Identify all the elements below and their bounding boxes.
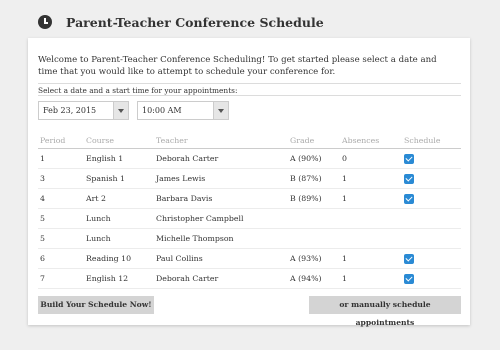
teacher-cell: James Lewis (156, 168, 290, 189)
schedule-checkbox[interactable] (404, 173, 414, 184)
page-title: Parent-Teacher Conference Schedule (66, 14, 324, 30)
chevron-down-icon[interactable] (213, 102, 228, 119)
divider (38, 83, 461, 84)
grade-cell: A (94%) (290, 268, 342, 289)
teacher-cell: Paul Collins (156, 248, 290, 269)
scheduler-card: Welcome to Parent-Teacher Conference Sch… (28, 38, 470, 327)
course-cell: Reading 10 (86, 248, 156, 269)
grade-cell: A (90%) (290, 148, 342, 169)
table-row: 5 Lunch Christopher Campbell (38, 208, 461, 229)
course-cell: Lunch (86, 208, 156, 229)
time-select[interactable]: 10:00 AM (137, 101, 229, 120)
teacher-cell: Deborah Carter (156, 268, 290, 289)
schedule-checkbox[interactable] (404, 273, 414, 284)
teacher-cell: Christopher Campbell (156, 208, 290, 229)
absences-cell: 1 (342, 168, 404, 189)
date-select[interactable]: Feb 23, 2015 (38, 101, 129, 120)
column-header-teacher: Teacher (156, 132, 290, 149)
grade-cell (290, 228, 342, 249)
teacher-cell: Barbara Davis (156, 188, 290, 209)
page-header: Parent-Teacher Conference Schedule (38, 10, 324, 34)
period-cell: 6 (38, 248, 86, 269)
schedule-checkbox[interactable] (404, 253, 414, 264)
manual-schedule-button[interactable]: or manually schedule appointments (309, 296, 461, 327)
welcome-text: Welcome to Parent-Teacher Conference Sch… (38, 55, 437, 77)
column-header-grade: Grade (290, 132, 342, 149)
grade-cell: B (89%) (290, 188, 342, 209)
table-row: 3 Spanish 1 James Lewis B (87%) 1 (38, 168, 461, 189)
schedule-cell (404, 188, 461, 209)
schedule-cell (404, 208, 461, 229)
schedule-cell (404, 268, 461, 289)
period-cell: 7 (38, 268, 86, 289)
grade-cell (290, 208, 342, 229)
column-header-period: Period (38, 132, 86, 149)
absences-cell: 1 (342, 188, 404, 209)
build-schedule-button[interactable]: Build Your Schedule Now! (38, 296, 154, 314)
absences-cell (342, 228, 404, 249)
course-cell: Lunch (86, 228, 156, 249)
column-header-absences: Absences (342, 132, 404, 149)
divider (38, 95, 461, 96)
teacher-cell: Michelle Thompson (156, 228, 290, 249)
table-header-row: Period Course Teacher Grade Absences Sch… (38, 132, 461, 149)
absences-cell: 1 (342, 248, 404, 269)
schedule-cell (404, 148, 461, 169)
table-row: 7 English 12 Deborah Carter A (94%) 1 (38, 268, 461, 289)
schedule-checkbox[interactable] (404, 193, 414, 204)
schedule-table: Period Course Teacher Grade Absences Sch… (38, 132, 461, 289)
time-select-value: 10:00 AM (142, 106, 182, 115)
course-cell: English 12 (86, 268, 156, 289)
table-row: 6 Reading 10 Paul Collins A (93%) 1 (38, 248, 461, 269)
period-cell: 3 (38, 168, 86, 189)
grade-cell: A (93%) (290, 248, 342, 269)
absences-cell: 1 (342, 268, 404, 289)
column-header-schedule: Schedule (404, 132, 461, 149)
column-header-course: Course (86, 132, 156, 149)
schedule-cell (404, 228, 461, 249)
course-cell: English 1 (86, 148, 156, 169)
teacher-cell: Deborah Carter (156, 148, 290, 169)
absences-cell: 0 (342, 148, 404, 169)
absences-cell (342, 208, 404, 229)
course-cell: Spanish 1 (86, 168, 156, 189)
schedule-cell (404, 248, 461, 269)
chevron-down-icon[interactable] (113, 102, 128, 119)
period-cell: 4 (38, 188, 86, 209)
select-date-time-label: Select a date and a start time for your … (38, 86, 238, 95)
date-select-value: Feb 23, 2015 (43, 106, 97, 115)
clock-icon (38, 15, 52, 29)
table-row: 4 Art 2 Barbara Davis B (89%) 1 (38, 188, 461, 209)
table-row: 1 English 1 Deborah Carter A (90%) 0 (38, 148, 461, 169)
course-cell: Art 2 (86, 188, 156, 209)
period-cell: 5 (38, 228, 86, 249)
period-cell: 5 (38, 208, 86, 229)
grade-cell: B (87%) (290, 168, 342, 189)
period-cell: 1 (38, 148, 86, 169)
table-row: 5 Lunch Michelle Thompson (38, 228, 461, 249)
schedule-cell (404, 168, 461, 189)
schedule-checkbox[interactable] (404, 153, 414, 164)
